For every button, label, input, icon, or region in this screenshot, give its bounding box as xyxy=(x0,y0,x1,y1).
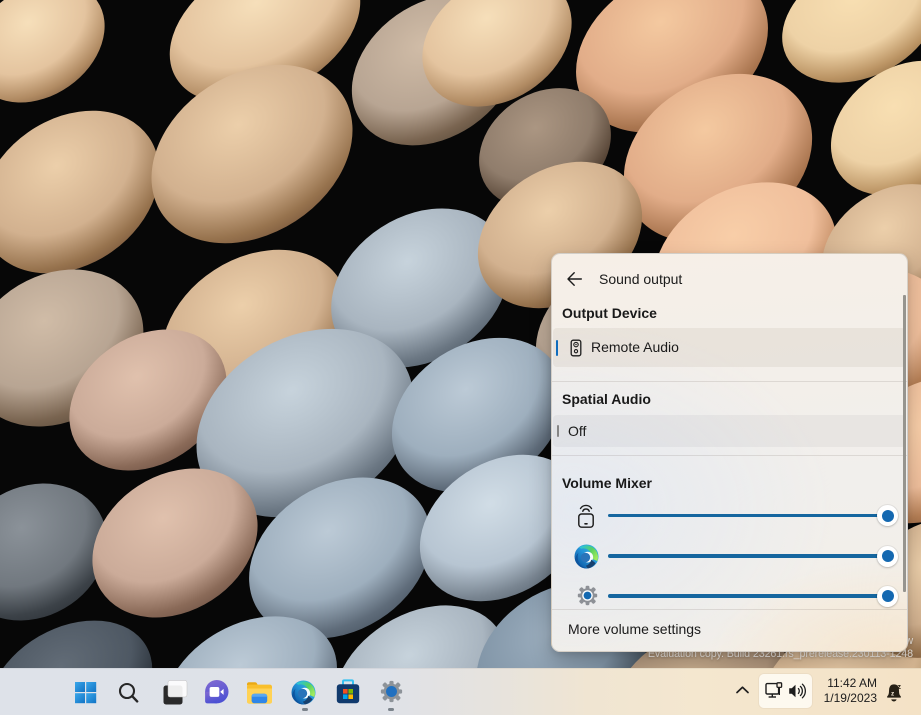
svg-text:z: z xyxy=(897,682,901,691)
